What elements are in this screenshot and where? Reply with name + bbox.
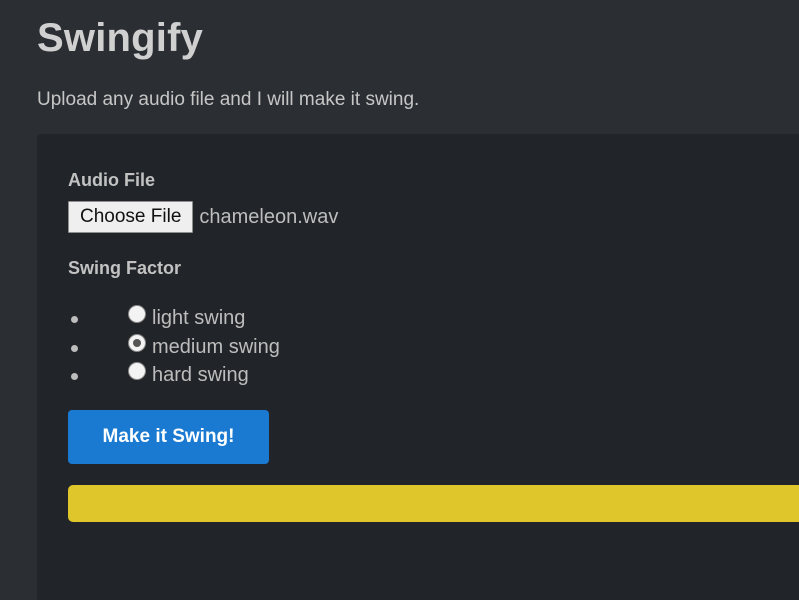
option-hard-swing-label[interactable]: hard swing	[152, 361, 249, 389]
swing-factor-label: Swing Factor	[68, 258, 182, 278]
progress-bar	[68, 485, 799, 522]
swing-factor-options: light swing medium swing hard swing	[71, 304, 280, 390]
selected-file-name: chameleon.wav	[199, 205, 339, 228]
radio-hard-swing[interactable]	[128, 362, 146, 381]
choose-file-button[interactable]: Choose File	[68, 201, 194, 233]
page-title: Swingify	[37, 16, 204, 60]
list-bullet	[71, 344, 78, 352]
audio-file-label: Audio File	[68, 170, 155, 190]
option-light-swing-label[interactable]: light swing	[152, 304, 245, 332]
page-subtitle: Upload any audio file and I will make it…	[37, 89, 420, 110]
option-medium-swing-label[interactable]: medium swing	[152, 333, 280, 361]
list-bullet	[71, 316, 78, 323]
swingify-page: Swingify Upload any audio file and I wil…	[0, 0, 799, 600]
radio-light-swing[interactable]	[128, 305, 146, 324]
radio-medium-swing[interactable]	[128, 333, 146, 352]
option-medium-swing: medium swing	[71, 333, 280, 362]
option-hard-swing: hard swing	[71, 361, 280, 390]
file-input: Choose File chameleon.wav	[68, 201, 338, 233]
upload-panel: Audio File Choose File chameleon.wav Swi…	[37, 134, 799, 600]
list-bullet	[71, 373, 78, 380]
option-light-swing: light swing	[71, 304, 280, 333]
make-it-swing-button[interactable]: Make it Swing!	[68, 410, 269, 464]
